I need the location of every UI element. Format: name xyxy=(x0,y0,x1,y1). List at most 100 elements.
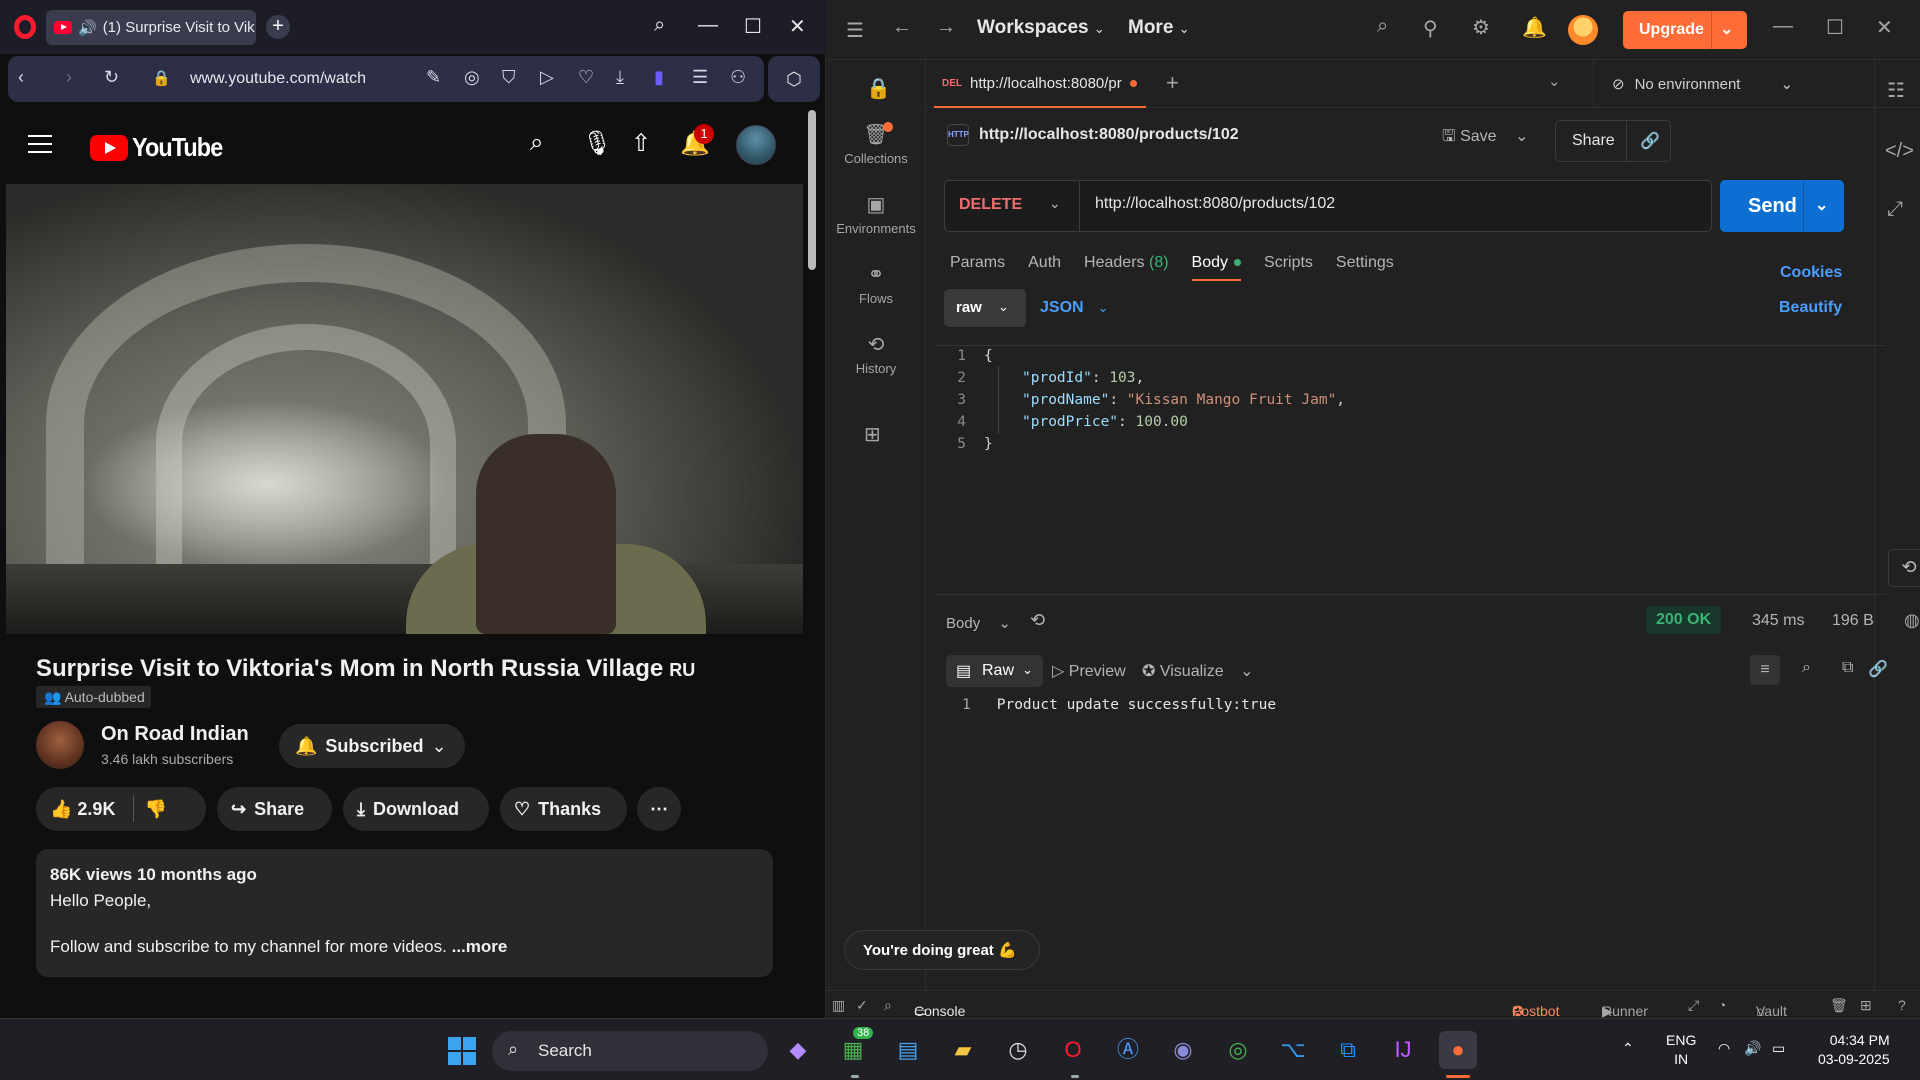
cookies-icon[interactable]: ◔ xyxy=(1718,997,1726,1013)
request-tab[interactable]: DEL http://localhost:8080/pr xyxy=(934,60,1146,108)
notepad-icon[interactable]: ▤ xyxy=(889,1031,927,1069)
chevron-down-icon[interactable]: ⌄ xyxy=(1720,19,1733,39)
browser-tab-youtube[interactable]: 🔊 (1) Surprise Visit to Vik xyxy=(46,10,256,45)
maximize-button[interactable]: ☐ xyxy=(1826,15,1844,40)
send-button[interactable]: Send ⌄ xyxy=(1720,180,1844,232)
tray-overflow-icon[interactable]: ⌃ xyxy=(1622,1039,1634,1058)
microphone-icon[interactable]: 🎙 xyxy=(582,129,612,158)
eclipse-icon[interactable]: ◉ xyxy=(1164,1031,1202,1069)
encouragement-toast[interactable]: You're doing great 💪 xyxy=(844,930,1040,970)
link-icon[interactable]: 🔗 xyxy=(1868,659,1888,679)
speaker-icon[interactable]: 🔊 xyxy=(78,19,97,37)
back-icon[interactable]: ← xyxy=(892,16,912,39)
shield-icon[interactable]: ⛉ xyxy=(502,67,516,88)
url-field[interactable]: www.youtube.com/watch xyxy=(190,70,366,88)
battery-icon[interactable]: ▭ xyxy=(1772,1039,1785,1058)
opera-icon[interactable]: O xyxy=(1054,1031,1092,1069)
download-button[interactable]: ⤓ Download xyxy=(343,787,489,831)
check-icon[interactable]: ✓ xyxy=(856,997,868,1014)
copilot-icon[interactable]: ◆ xyxy=(779,1031,817,1069)
sidebar-item-collections[interactable]: 🗑 Collections xyxy=(826,122,926,166)
maximize-button[interactable]: ☐ xyxy=(744,14,762,39)
tab-scripts[interactable]: Scripts xyxy=(1264,254,1313,281)
tabs-dropdown-icon[interactable]: ⌄ xyxy=(1548,72,1561,90)
body-mode-select[interactable]: raw ⌄ xyxy=(944,289,1026,327)
easy-setup-icon[interactable]: ☰ xyxy=(692,67,708,88)
close-button[interactable]: ✕ xyxy=(1876,15,1893,40)
body-format-select[interactable]: JSON ⌄ xyxy=(1040,299,1108,317)
visualize-button[interactable]: ✪ Visualize ⌄ xyxy=(1142,661,1253,681)
camera-icon[interactable]: ◎ xyxy=(464,67,480,88)
docs-icon[interactable]: ☷ xyxy=(1887,78,1905,103)
request-name[interactable]: http://localhost:8080/products/102 xyxy=(979,126,1239,144)
heart-icon[interactable]: ♡ xyxy=(578,67,594,88)
edit-icon[interactable]: ✎ xyxy=(426,67,441,88)
clock[interactable]: 04:34 PM 03-09-2025 xyxy=(1818,1031,1890,1069)
share-button[interactable]: Share 🔗 xyxy=(1555,120,1671,162)
sidebar-toggle-icon[interactable]: ▥ xyxy=(832,997,845,1014)
related-icon[interactable]: ⤢ xyxy=(1887,198,1903,221)
invite-icon[interactable]: ⚲ xyxy=(1423,16,1438,41)
sidebar-item-environments[interactable]: ▣ Environments xyxy=(826,192,926,236)
extensions-icon[interactable]: ⬡ xyxy=(768,56,820,102)
back-icon[interactable]: ‹ xyxy=(18,67,24,88)
intellij-icon[interactable]: IJ xyxy=(1384,1031,1422,1069)
tab-headers[interactable]: Headers (8) xyxy=(1084,254,1169,281)
environment-selector[interactable]: ⊘ No environment ⌄ xyxy=(1593,60,1853,108)
tab-body[interactable]: Body xyxy=(1191,254,1242,281)
tab-settings[interactable]: Settings xyxy=(1336,254,1394,281)
search-icon[interactable]: ⌕ xyxy=(530,129,543,157)
trash-icon[interactable]: 🗑 xyxy=(1830,997,1848,1014)
wifi-icon[interactable]: ◠ xyxy=(1718,1039,1730,1058)
notifications-icon[interactable]: 🔔 xyxy=(1522,15,1547,40)
lock-icon[interactable]: 🔒 xyxy=(866,76,891,101)
minimize-button[interactable]: — xyxy=(1773,15,1793,38)
workspaces-menu[interactable]: Workspaces ⌄ xyxy=(977,17,1105,39)
file-explorer-icon[interactable]: ▰ xyxy=(944,1031,982,1069)
video-description[interactable]: 86K views 10 months ago Hello People, Fo… xyxy=(36,849,773,977)
sidebar-item-history[interactable]: ⟲ History xyxy=(826,332,926,376)
send-icon[interactable]: ▷ xyxy=(540,67,554,88)
user-avatar[interactable] xyxy=(1568,15,1598,45)
editor-format-icon[interactable]: ⟲ xyxy=(1888,549,1920,587)
page-scrollbar[interactable] xyxy=(808,110,816,270)
like-button[interactable]: 👍 2.9K xyxy=(50,799,115,820)
add-widget-icon[interactable]: ⊞ xyxy=(864,422,881,447)
more-menu[interactable]: More ⌄ xyxy=(1128,17,1190,39)
new-tab-icon[interactable]: + xyxy=(1166,70,1179,96)
wrap-lines-icon[interactable]: ≡ xyxy=(1750,655,1780,685)
copy-icon[interactable]: ⧉ xyxy=(1842,659,1853,677)
cookies-link[interactable]: Cookies xyxy=(1780,264,1842,282)
opera-logo-icon[interactable] xyxy=(14,15,36,39)
forward-icon[interactable]: → xyxy=(936,16,956,39)
dislike-icon[interactable]: 👎 xyxy=(144,799,166,820)
profile-icon[interactable]: ⚇ xyxy=(730,67,746,88)
volume-icon[interactable]: 🔊 xyxy=(1744,1039,1761,1058)
sidebar-toggle-icon[interactable]: ▮ xyxy=(654,67,664,88)
preview-button[interactable]: ▷ Preview xyxy=(1052,661,1126,681)
find-icon[interactable]: ⌕ xyxy=(884,997,892,1014)
search-tabs-icon[interactable]: ⌕ xyxy=(654,14,665,37)
language-indicator[interactable]: ENG IN xyxy=(1666,1031,1696,1069)
code-icon[interactable]: </> xyxy=(1885,140,1914,163)
new-tab-button[interactable]: + xyxy=(266,15,290,39)
url-input[interactable]: http://localhost:8080/products/102 xyxy=(1095,195,1335,213)
response-view-select[interactable]: ▤ Raw ⌄ xyxy=(946,655,1043,687)
minimize-button[interactable]: — xyxy=(698,14,718,37)
chevron-down-icon[interactable]: ⌄ xyxy=(1815,195,1828,215)
save-button[interactable]: 🖫 Save ⌄ xyxy=(1442,125,1528,152)
thanks-button[interactable]: ♡ Thanks xyxy=(500,787,627,831)
channel-avatar[interactable] xyxy=(36,721,84,769)
response-body-dropdown[interactable]: Body ⌄ xyxy=(946,614,1011,632)
upload-icon[interactable]: ⇧ xyxy=(631,129,651,158)
video-player[interactable] xyxy=(6,184,803,634)
globe-icon[interactable]: ◍ xyxy=(1904,610,1920,631)
layout-icon[interactable]: ⊞ xyxy=(1860,997,1872,1014)
tab-params[interactable]: Params xyxy=(950,254,1005,281)
response-body[interactable]: 1 Product update successfully:true xyxy=(946,697,1276,713)
search-icon[interactable]: ⌕ xyxy=(1377,15,1388,38)
history-icon[interactable]: ⟲ xyxy=(1030,610,1045,631)
capture-icon[interactable]: ⤢ xyxy=(1688,997,1699,1014)
subscribed-button[interactable]: 🔔 Subscribed ⌄ xyxy=(279,724,465,768)
forward-icon[interactable]: › xyxy=(66,67,72,88)
